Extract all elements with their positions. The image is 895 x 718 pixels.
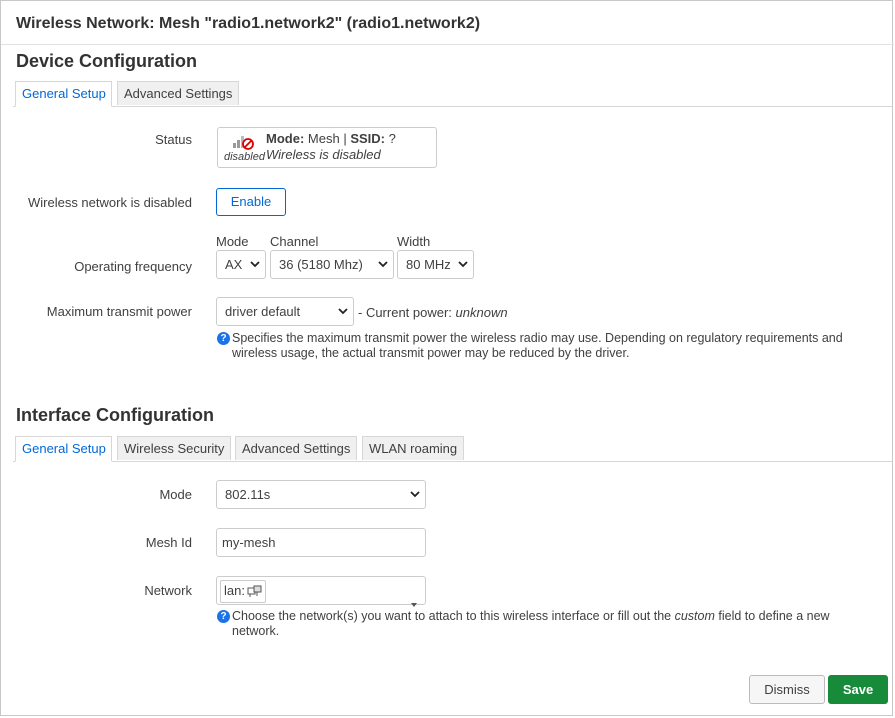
current-power-prefix: - Current power: — [358, 305, 452, 320]
wireless-disabled-label: Wireless network is disabled — [27, 195, 192, 210]
freq-mode-select[interactable]: AX — [216, 250, 266, 279]
status-ssid-value: ? — [388, 131, 396, 146]
tab-iface-general-setup[interactable]: General Setup — [15, 436, 112, 462]
iface-mode-select[interactable]: 802.11s — [216, 480, 426, 509]
help-icon: ? — [217, 332, 230, 345]
tx-power-help-line1: Specifies the maximum transmit power the… — [232, 331, 843, 345]
status-label: Status — [155, 132, 192, 147]
status-separator: | — [343, 131, 347, 146]
tab-iface-advanced-settings[interactable]: Advanced Settings — [235, 436, 357, 460]
device-tabs: General Setup Advanced Settings — [13, 81, 892, 107]
tx-power-value: driver default — [225, 304, 301, 319]
current-power: - Current power: unknown — [358, 305, 508, 320]
iface-mode-value: 802.11s — [225, 487, 271, 502]
network-help-custom: custom — [674, 609, 715, 623]
iface-mode-label: Mode — [159, 487, 192, 502]
tx-power-help-text: Specifies the maximum transmit power the… — [232, 331, 843, 361]
freq-mode-value: AX — [225, 257, 243, 272]
status-badge: disabled Mode: Mesh | SSID: ? Wireless i… — [217, 127, 437, 168]
network-interfaces-icon — [247, 584, 262, 603]
network-help-line2: network. — [232, 624, 280, 638]
network-help-pre: Choose the network(s) you want to attach… — [232, 609, 672, 623]
device-config-heading: Device Configuration — [16, 51, 198, 71]
tab-device-advanced-settings[interactable]: Advanced Settings — [117, 81, 239, 105]
freq-width-value: 80 MHz — [406, 257, 451, 272]
operating-frequency-label: Operating frequency — [74, 259, 192, 274]
network-help-post: field to define a new — [718, 609, 830, 623]
network-label: Network — [144, 583, 192, 598]
freq-mode-label: Mode — [216, 234, 249, 249]
status-mode-value: Mesh — [307, 131, 340, 146]
current-power-value: unknown — [455, 305, 508, 320]
status-ssid-key: SSID: — [350, 131, 386, 146]
network-chip: lan: — [220, 580, 266, 603]
tx-power-label: Maximum transmit power — [46, 304, 192, 319]
tab-iface-wlan-roaming[interactable]: WLAN roaming — [362, 436, 464, 460]
chevron-down-icon — [408, 481, 420, 508]
freq-width-label: Width — [397, 234, 431, 249]
status-icon-caption: disabled — [224, 151, 265, 163]
chevron-down-icon — [336, 298, 348, 325]
wireless-disabled-icon — [231, 133, 255, 151]
enable-button[interactable]: Enable — [216, 188, 286, 216]
save-button[interactable]: Save — [828, 675, 888, 704]
network-chip-label: lan: — [224, 583, 245, 598]
network-help: ? Choose the network(s) you want to atta… — [217, 609, 887, 641]
status-mode-ssid: Mode: Mesh | SSID: ? — [266, 131, 396, 146]
interface-config-heading: Interface Configuration — [16, 405, 215, 425]
freq-channel-label: Channel — [270, 234, 319, 249]
network-help-line1: Choose the network(s) you want to attach… — [232, 609, 830, 624]
dismiss-button[interactable]: Dismiss — [749, 675, 825, 704]
tx-power-help: ? Specifies the maximum transmit power t… — [217, 331, 887, 363]
mesh-id-label: Mesh Id — [145, 535, 192, 550]
network-dropdown[interactable]: lan: — [216, 576, 426, 607]
status-mode-key: Mode: — [266, 131, 305, 146]
status-state: Wireless is disabled — [266, 147, 381, 162]
mesh-id-input[interactable]: my-mesh — [216, 528, 426, 557]
chevron-down-icon — [376, 251, 388, 278]
help-icon: ? — [217, 610, 230, 623]
freq-channel-value: 36 (5180 Mhz) — [279, 257, 363, 272]
dialog-header: Wireless Network: Mesh "radio1.network2"… — [1, 1, 894, 45]
tx-power-select[interactable]: driver default — [216, 297, 354, 326]
tab-device-general-setup[interactable]: General Setup — [15, 81, 112, 107]
interface-tabs: General Setup Wireless Security Advanced… — [13, 436, 892, 462]
freq-width-select[interactable]: 80 MHz — [397, 250, 474, 279]
chevron-down-icon — [248, 251, 260, 278]
freq-channel-select[interactable]: 36 (5180 Mhz) — [270, 250, 394, 279]
wireless-network-dialog: Wireless Network: Mesh "radio1.network2"… — [0, 0, 894, 716]
network-help-text: Choose the network(s) you want to attach… — [232, 609, 830, 639]
tab-iface-wireless-security[interactable]: Wireless Security — [117, 436, 231, 460]
dialog-title: Wireless Network: Mesh "radio1.network2"… — [16, 15, 481, 32]
tx-power-help-line2: wireless usage, the actual transmit powe… — [232, 346, 630, 360]
chevron-down-icon — [456, 251, 468, 278]
